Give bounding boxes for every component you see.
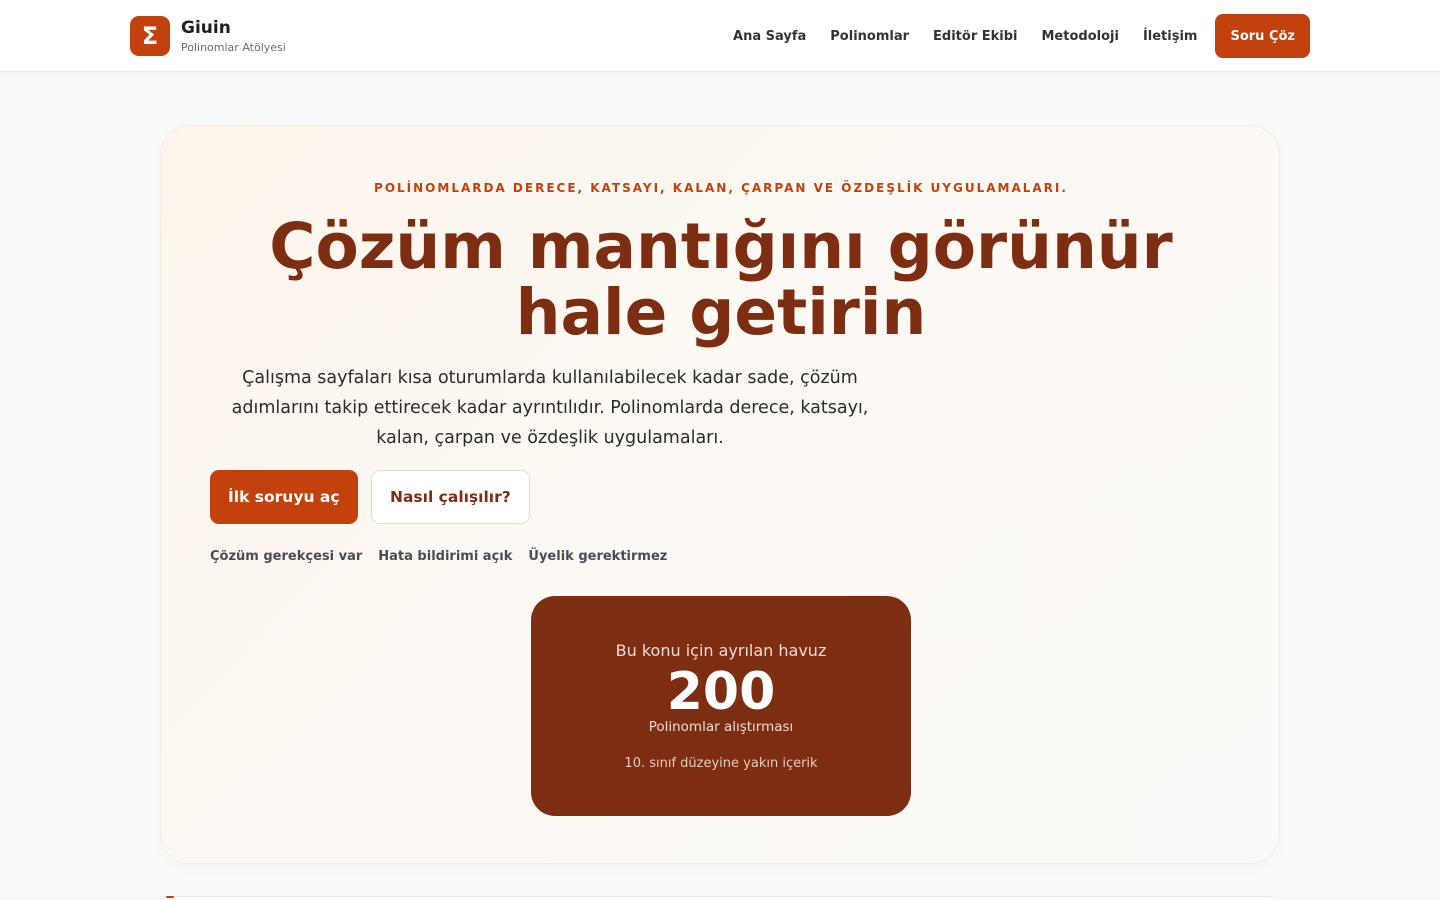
stat-value: 200 bbox=[666, 662, 776, 722]
hero-title: Çözüm mantığını görünür hale getirin bbox=[269, 210, 1173, 349]
stat-unit: Polinomlar alıştırması bbox=[648, 719, 794, 735]
sigma-logo-icon: Σ bbox=[130, 16, 170, 56]
nav-link-iletisim[interactable]: İletişim bbox=[1143, 29, 1198, 44]
stat-note: 10. sınıf düzeyine yakın içerik bbox=[624, 756, 818, 771]
next-section-accent bbox=[166, 896, 174, 898]
badge-error-report: Hata bildirimi açık bbox=[378, 549, 513, 564]
badge-no-membership: Üyelik gerektirmez bbox=[528, 549, 668, 564]
solve-question-button[interactable]: Soru Çöz bbox=[1215, 14, 1310, 58]
feature-badges: Çözüm gerekçesi var Hata bildirimi açık … bbox=[210, 549, 683, 564]
brand-subtitle: Polinomlar Atölyesi bbox=[181, 40, 286, 54]
badge-solution-rationale: Çözüm gerekçesi var bbox=[210, 549, 363, 564]
hero-lead-text: Çalışma sayfaları kısa oturumlarda kulla… bbox=[231, 368, 869, 448]
stat-label: Bu konu için ayrılan havuz bbox=[615, 641, 827, 660]
nav-link-polinomlar[interactable]: Polinomlar bbox=[830, 29, 909, 44]
how-to-study-button[interactable]: Nasıl çalışılır? bbox=[371, 470, 530, 524]
question-pool-stat-card: Bu konu için ayrılan havuz 200 Polinomla… bbox=[531, 596, 911, 816]
open-first-question-button[interactable]: İlk soruyu aç bbox=[210, 470, 358, 524]
brand-name: Giuin bbox=[181, 17, 231, 38]
hero-eyebrow: POLİNOMLARDA DERECE, KATSAYI, KALAN, ÇAR… bbox=[374, 181, 1068, 195]
brand-text: Giuin Polinomlar Atölyesi bbox=[181, 18, 286, 55]
brand[interactable]: Σ Giuin Polinomlar Atölyesi bbox=[130, 16, 286, 56]
nav-link-editor-ekibi[interactable]: Editör Ekibi bbox=[933, 29, 1017, 44]
top-navigation-bar: Σ Giuin Polinomlar Atölyesi Ana Sayfa Po… bbox=[0, 0, 1440, 72]
hero-card: POLİNOMLARDA DERECE, KATSAYI, KALAN, ÇAR… bbox=[160, 125, 1280, 864]
next-section-edge bbox=[160, 896, 1280, 900]
main-nav: Ana Sayfa Polinomlar Editör Ekibi Metodo… bbox=[733, 14, 1310, 58]
nav-link-ana-sayfa[interactable]: Ana Sayfa bbox=[733, 29, 806, 44]
nav-link-metodoloji[interactable]: Metodoloji bbox=[1042, 29, 1119, 44]
